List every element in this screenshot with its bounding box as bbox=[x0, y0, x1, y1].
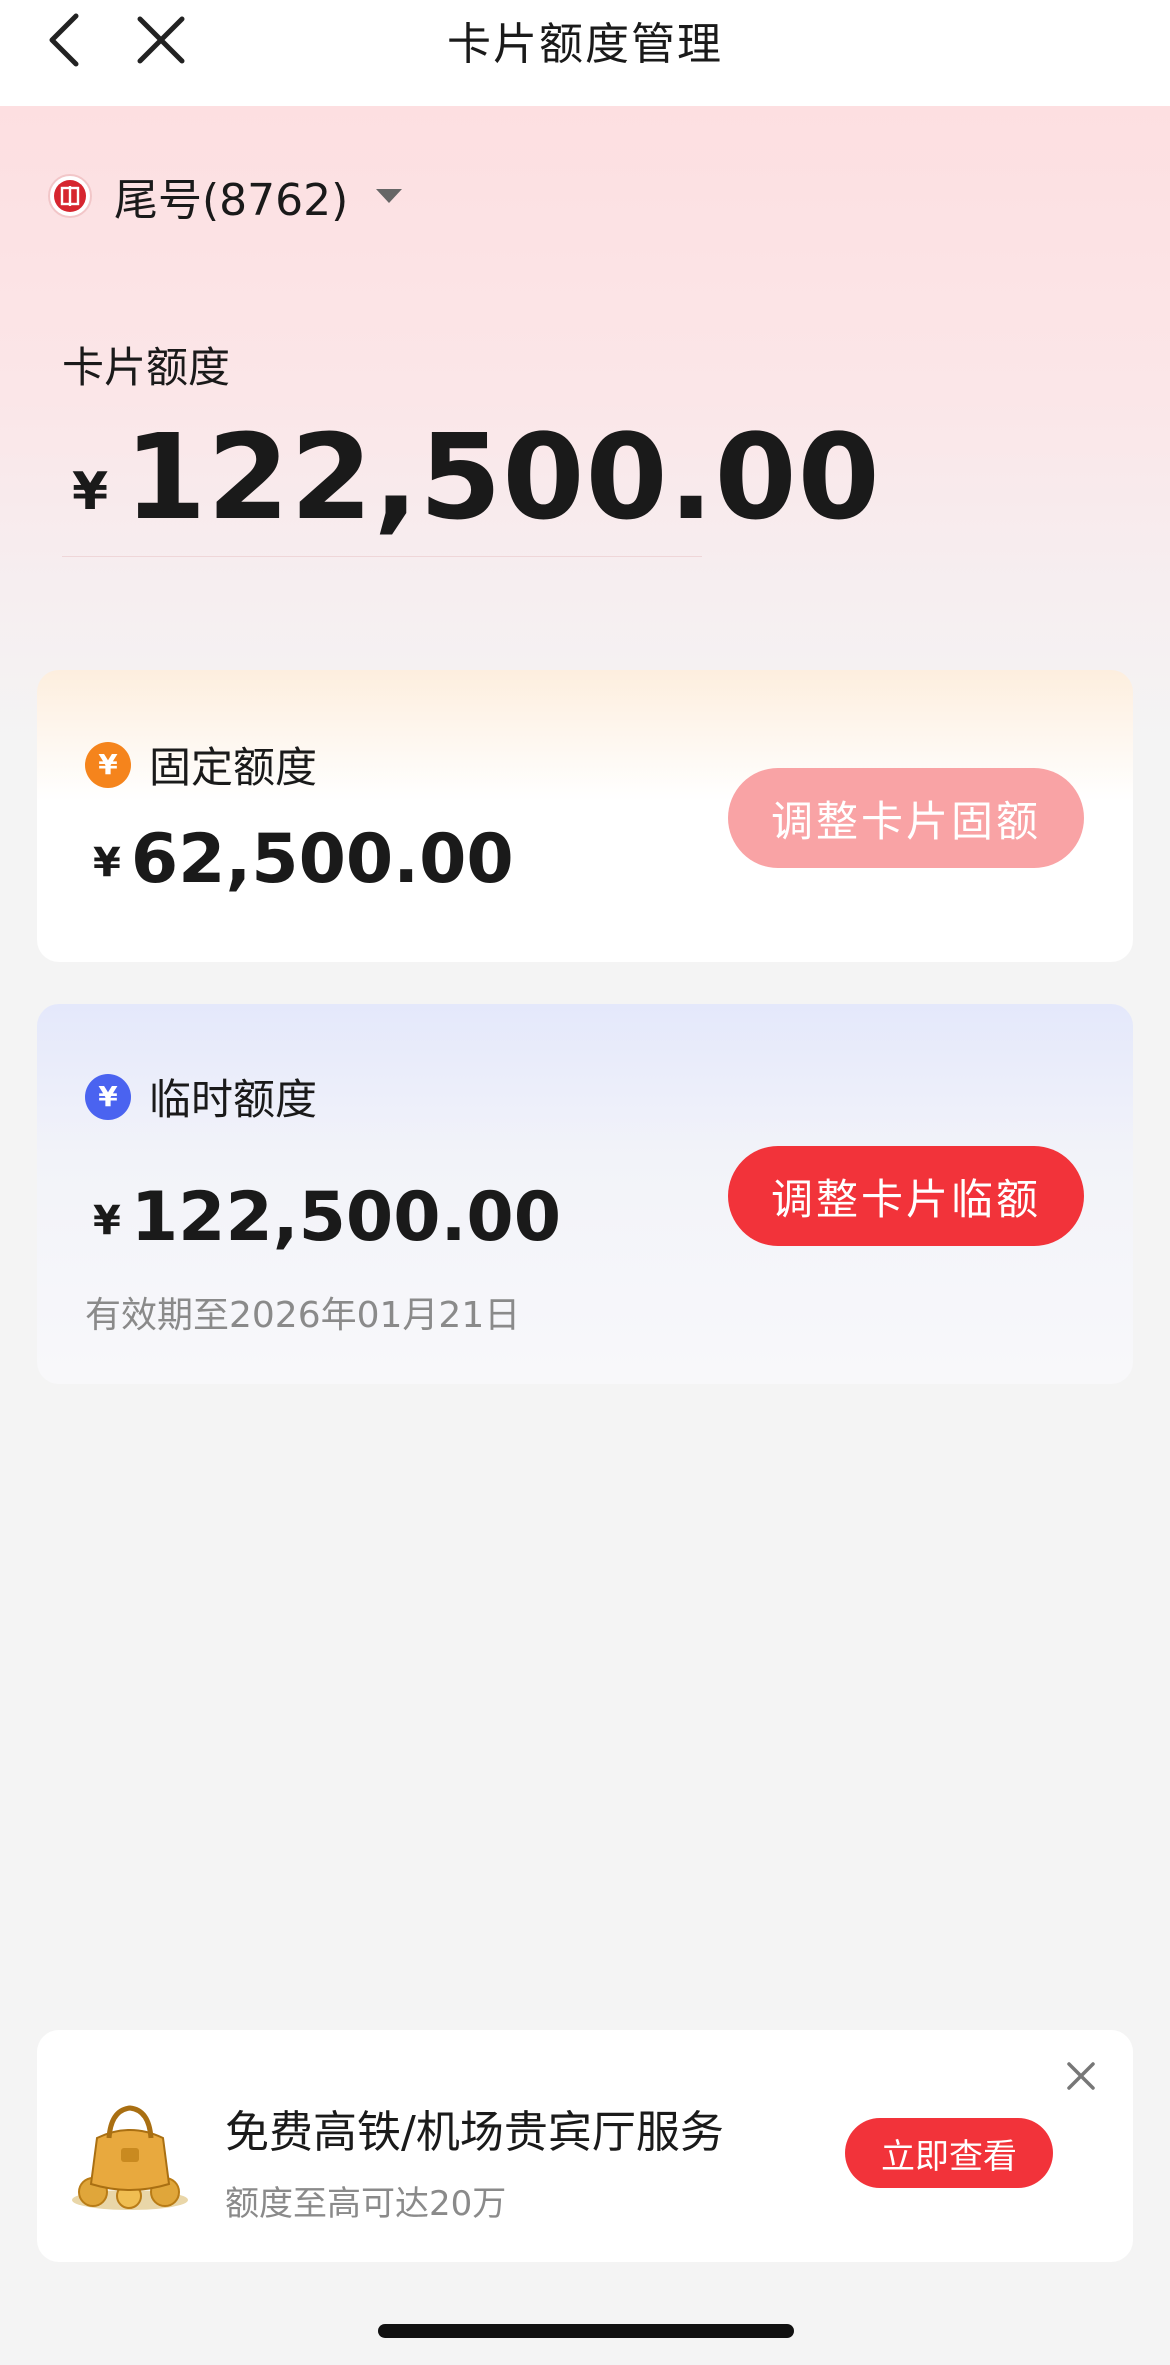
card-selector[interactable]: 尾号(8762) bbox=[48, 164, 403, 228]
promo-title: 免费高铁/机场贵宾厅服务 bbox=[225, 2107, 724, 2158]
promo-subtitle: 额度至高可达20万 bbox=[225, 2184, 507, 2224]
temp-limit-card: ¥ 临时额度 ¥ 122,500.00 有效期至2026年01月21日 调整卡片… bbox=[37, 1004, 1133, 1384]
currency-symbol: ¥ bbox=[93, 840, 121, 886]
temp-limit-amount: ¥ 122,500.00 bbox=[93, 1184, 561, 1252]
caret-down-icon bbox=[376, 189, 403, 203]
promo-close-button[interactable] bbox=[1063, 2058, 1099, 2094]
currency-symbol: ¥ bbox=[72, 462, 109, 522]
home-indicator bbox=[378, 2324, 794, 2338]
page: 卡片额度管理 尾号(8762) 卡片额度 ¥ 122,500.00 ¥ 固定额度… bbox=[0, 0, 1170, 2365]
total-limit-amount: ¥ 122,500.00 bbox=[72, 418, 881, 536]
hero-section: 尾号(8762) 卡片额度 ¥ 122,500.00 bbox=[0, 106, 1170, 746]
yuan-coin-icon: ¥ bbox=[85, 741, 131, 788]
total-limit-value: 122,500.00 bbox=[124, 408, 881, 546]
card-tail-number: 尾号(8762) bbox=[114, 175, 349, 226]
fixed-limit-card: ¥ 固定额度 ¥ 62,500.00 调整卡片固额 bbox=[37, 670, 1133, 962]
fixed-limit-title: 固定额度 bbox=[149, 743, 318, 792]
temp-limit-value: 122,500.00 bbox=[130, 1178, 562, 1257]
temp-limit-header: ¥ 临时额度 bbox=[85, 1066, 317, 1127]
temp-limit-title: 临时额度 bbox=[149, 1075, 318, 1124]
temp-limit-expiry: 有效期至2026年01月21日 bbox=[85, 1295, 521, 1336]
gold-bag-icon bbox=[65, 2092, 195, 2212]
yuan-coin-icon: ¥ bbox=[85, 1073, 131, 1120]
adjust-temp-limit-button[interactable]: 调整卡片临额 bbox=[728, 1146, 1084, 1246]
close-icon bbox=[1067, 2062, 1095, 2090]
fixed-limit-header: ¥ 固定额度 bbox=[85, 734, 317, 795]
bank-logo-icon bbox=[48, 174, 92, 218]
fixed-limit-value: 62,500.00 bbox=[130, 820, 514, 899]
fixed-limit-amount: ¥ 62,500.00 bbox=[93, 826, 514, 894]
currency-symbol: ¥ bbox=[93, 1198, 121, 1244]
promo-view-button[interactable]: 立即查看 bbox=[845, 2118, 1053, 2188]
page-title: 卡片额度管理 bbox=[447, 19, 723, 70]
nav-bar: 卡片额度管理 bbox=[0, 0, 1170, 106]
adjust-fixed-limit-button[interactable]: 调整卡片固额 bbox=[728, 768, 1084, 868]
promo-banner[interactable]: 免费高铁/机场贵宾厅服务 额度至高可达20万 立即查看 bbox=[37, 2030, 1133, 2262]
total-limit-label: 卡片额度 bbox=[62, 343, 231, 392]
divider bbox=[62, 556, 702, 557]
